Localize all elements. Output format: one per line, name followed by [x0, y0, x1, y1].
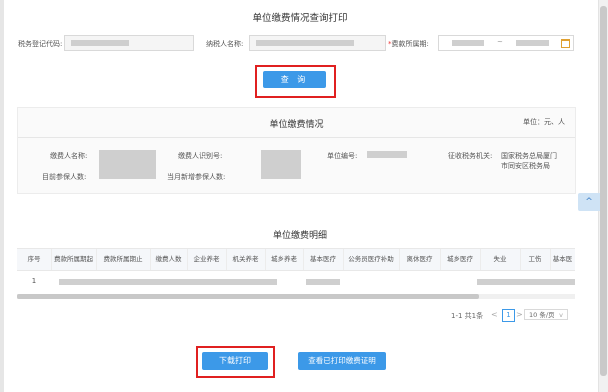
table-row: 1: [17, 269, 575, 295]
chevron-right-icon[interactable]: >: [516, 310, 523, 319]
detail-table-header: 序号 费款所属期起 费款所属期止 缴费人数 企业养老 机关养老 城乡养老 基本医…: [17, 248, 575, 271]
chevron-down-icon: v: [559, 311, 563, 319]
period-start-redacted: [452, 40, 484, 46]
view-printed-certificate-button[interactable]: 查看已打印缴费证明: [298, 352, 386, 370]
row-index: 1: [31, 277, 37, 285]
unit-no-label: 单位编号:: [327, 152, 358, 160]
column-header: 费款所属期起: [51, 249, 97, 270]
row-values-redacted: [477, 279, 575, 285]
column-header: 序号: [17, 249, 52, 270]
row-values-redacted: [59, 279, 277, 285]
chevron-left-icon[interactable]: <: [491, 310, 498, 319]
payment-period-range-field[interactable]: ~: [438, 35, 574, 51]
pagination-summary: 1-1 共1条: [451, 312, 484, 320]
table-horizontal-scrollbar[interactable]: [17, 294, 575, 299]
tax-office-value-line2: 市同安区税务局: [501, 162, 550, 170]
query-button-highlight: [255, 65, 336, 98]
vertical-scrollbar-thumb[interactable]: [600, 6, 607, 376]
taxpayer-name-field[interactable]: [249, 35, 386, 51]
chevron-up-icon[interactable]: ^: [578, 193, 600, 211]
column-header: 公务员医疗补助: [343, 249, 400, 270]
payer-name-value-redacted: [99, 150, 156, 179]
column-header: 基本医: [552, 255, 573, 263]
taxpayer-name-label: 纳税人名称:: [206, 40, 244, 48]
calendar-icon[interactable]: [561, 39, 570, 48]
payment-summary-panel: 单位缴费情况 单位：元、人 缴费人名称: 目前参保人数: 缴费人识别号: 当月新…: [17, 107, 576, 194]
table-scrollbar-thumb[interactable]: [17, 294, 479, 299]
column-header: 企业养老: [187, 249, 227, 270]
insured-count-label: 目前参保人数:: [42, 173, 87, 181]
payer-id-label: 缴费人识别号:: [178, 152, 223, 160]
column-header: 失业: [480, 249, 521, 270]
column-header: 缴费人数: [150, 249, 188, 270]
period-end-redacted: [516, 40, 549, 46]
tax-office-value-line1: 国家税务总局厦门: [501, 152, 557, 160]
column-header: 城乡医疗: [440, 249, 481, 270]
detail-title: 单位缴费明细: [272, 231, 327, 241]
column-header: 工伤: [520, 249, 551, 270]
window-left-edge: [0, 0, 4, 392]
column-header: 城乡养老: [265, 249, 304, 270]
download-button-highlight: [196, 346, 275, 378]
payer-name-label: 缴费人名称:: [50, 152, 88, 160]
page-size-value: 10 条/页: [529, 311, 555, 319]
column-header: 基本医疗: [303, 249, 344, 270]
payer-id-value-redacted: [261, 150, 301, 179]
page-size-select[interactable]: 10 条/页 v: [524, 309, 568, 320]
current-page-button[interactable]: 1: [502, 309, 515, 322]
column-header: 费款所属期止: [96, 249, 151, 270]
column-header: 机关养老: [226, 249, 266, 270]
tax-office-label: 征收税务机关:: [448, 152, 493, 160]
tax-code-label: 税务登记代码:: [18, 40, 63, 48]
tax-code-value-redacted: [71, 40, 129, 46]
taxpayer-name-value-redacted: [256, 40, 354, 46]
payment-period-label: *费款所属期:: [388, 40, 429, 48]
column-header: 离休医疗: [399, 249, 441, 270]
tax-code-field[interactable]: [64, 35, 194, 51]
new-insured-label: 当月新增参保人数:: [167, 173, 226, 181]
row-values-redacted: [306, 279, 340, 285]
page-title: 单位缴费情况查询打印: [252, 13, 348, 24]
unit-no-value-redacted: [367, 151, 407, 158]
summary-unit: 单位：元、人: [523, 118, 565, 126]
summary-divider: [18, 137, 575, 138]
date-range-separator: ~: [497, 38, 503, 46]
summary-title: 单位缴费情况: [269, 120, 324, 130]
